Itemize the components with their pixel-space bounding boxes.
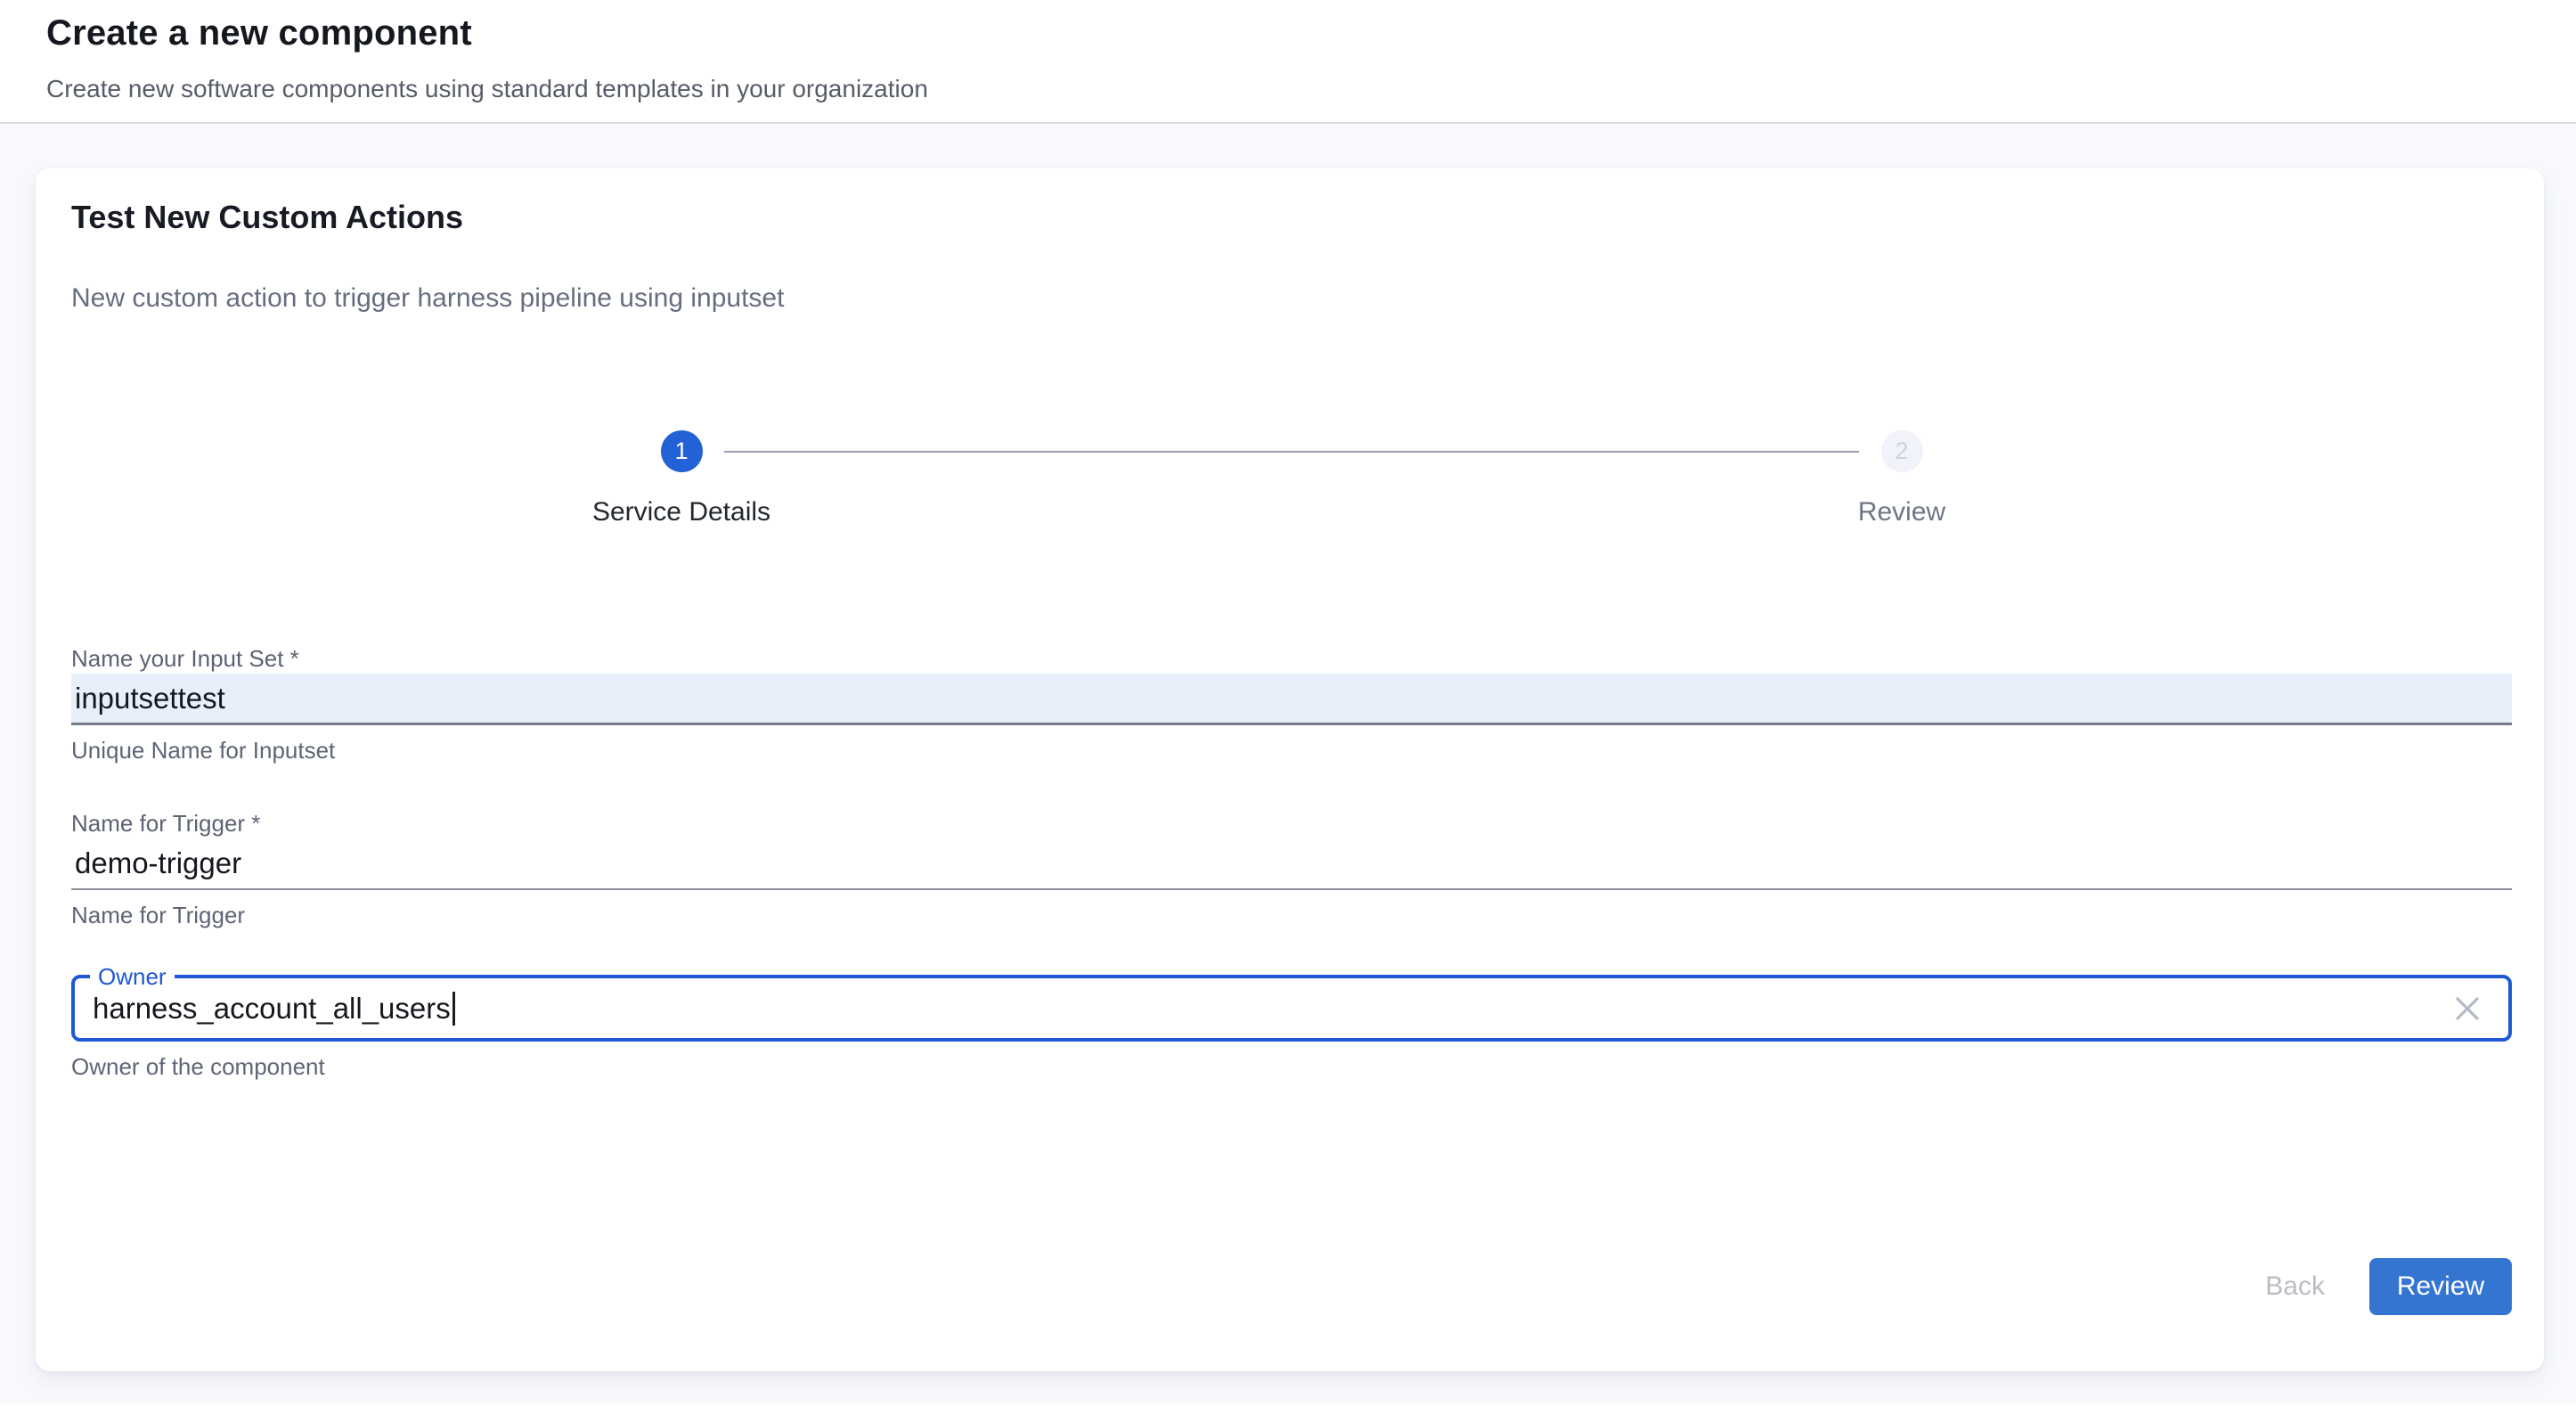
input-set-name-label: Name your Input Set * (71, 645, 2512, 672)
owner-input[interactable]: Owner harness_account_all_users (71, 975, 2512, 1042)
step-2-circle: 2 (1881, 430, 1923, 472)
create-component-card: Test New Custom Actions New custom actio… (36, 168, 2544, 1371)
card-subtitle: New custom action to trigger harness pip… (71, 282, 2512, 315)
page-header: Create a new component Create new softwa… (0, 0, 2576, 124)
input-set-name-helper: Unique Name for Inputset (71, 737, 2512, 764)
step-service-details: 1 Service Details (71, 430, 1292, 526)
input-set-name-input[interactable] (71, 674, 2512, 725)
back-button[interactable]: Back (2244, 1261, 2346, 1312)
card-title: Test New Custom Actions (71, 199, 2512, 236)
trigger-name-helper: Name for Trigger (71, 902, 2512, 928)
trigger-name-input[interactable] (71, 838, 2512, 890)
stepper-connector (724, 451, 1859, 453)
page-subtitle: Create new software components using sta… (46, 75, 2576, 103)
owner-helper: Owner of the component (71, 1053, 2512, 1080)
owner-field-value: harness_account_all_users (93, 992, 451, 1026)
owner-field-label: Owner (90, 963, 175, 990)
stepper: 1 Service Details 2 Review (71, 430, 2512, 526)
form-actions: Back Review (71, 1258, 2512, 1315)
owner-field: Owner harness_account_all_users Owner of… (71, 975, 2512, 1080)
trigger-name-label: Name for Trigger * (71, 810, 2512, 837)
review-button[interactable]: Review (2369, 1258, 2512, 1315)
step-review: 2 Review (1292, 430, 2512, 526)
page-title: Create a new component (46, 14, 2576, 52)
trigger-name-field: Name for Trigger * Name for Trigger (71, 810, 2512, 928)
text-cursor (452, 992, 455, 1026)
content-area: Test New Custom Actions New custom actio… (0, 124, 2576, 1404)
component-form: Name your Input Set * Unique Name for In… (71, 645, 2512, 1080)
step-1-label: Service Details (592, 499, 770, 526)
step-1-circle: 1 (661, 430, 703, 472)
input-set-name-field: Name your Input Set * Unique Name for In… (71, 645, 2512, 764)
clear-icon[interactable] (2448, 989, 2487, 1028)
step-2-label: Review (1858, 499, 1945, 526)
